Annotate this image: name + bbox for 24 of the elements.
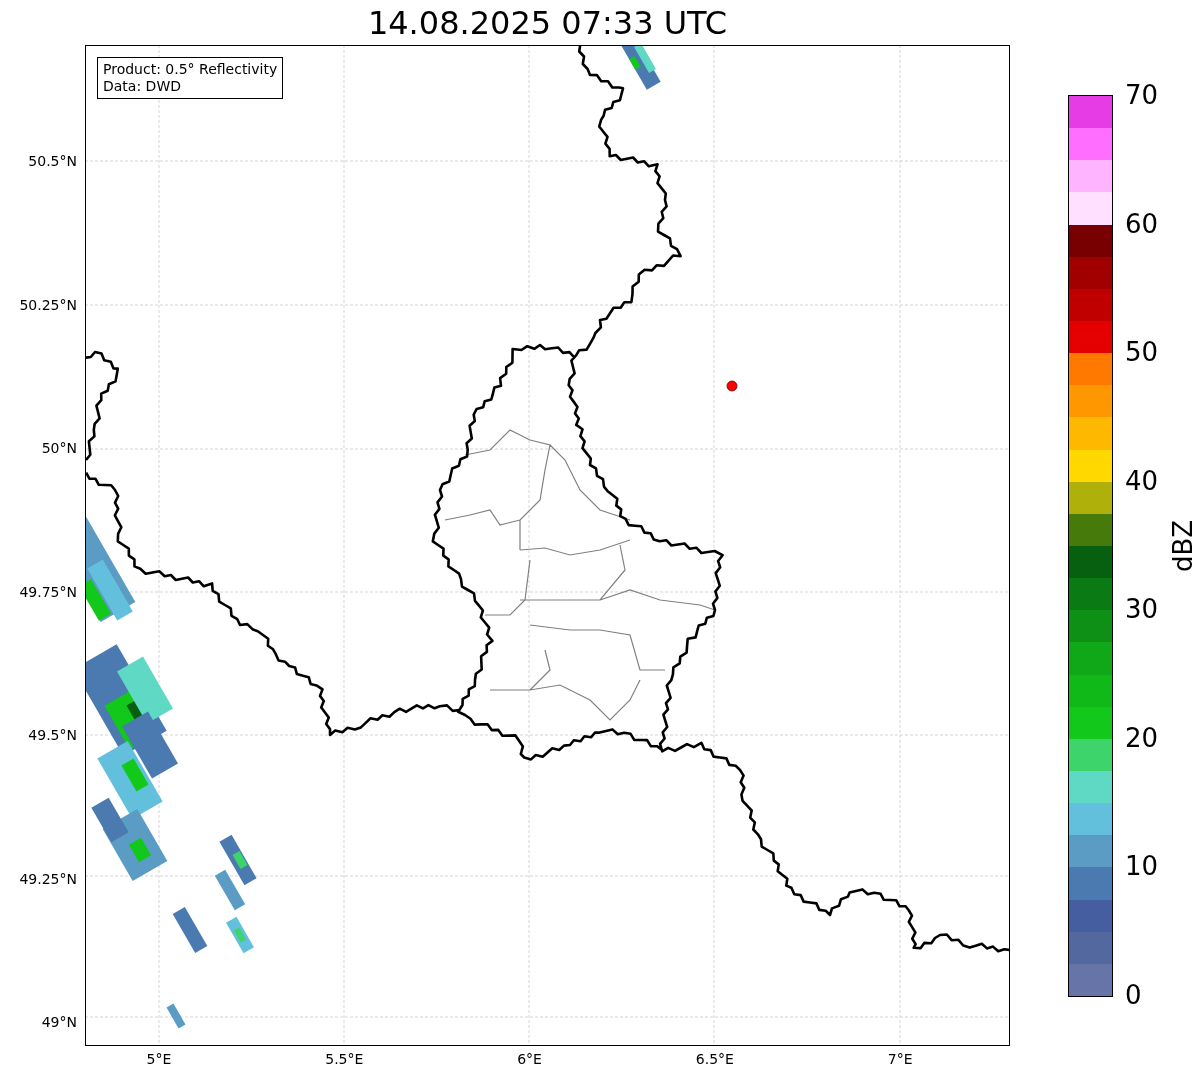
- latitude-tick-label: 49.75°N: [19, 584, 77, 599]
- latitude-tick-label: 50.25°N: [19, 297, 77, 312]
- latitude-tick-label: 49.25°N: [19, 871, 77, 886]
- longitude-tick-label: 7°E: [887, 1052, 913, 1066]
- longitude-tick-label: 5.5°E: [325, 1052, 364, 1066]
- colorbar-tick-label: 30: [1125, 596, 1159, 623]
- colorbar-tick-label: 40: [1125, 467, 1159, 494]
- colorbar-tick-label: 50: [1125, 339, 1159, 366]
- colorbar-tick-label: 10: [1125, 853, 1159, 880]
- colorbar-tick-label: 60: [1125, 210, 1159, 237]
- longitude-tick-label: 6°E: [517, 1052, 542, 1066]
- latitude-tick-label: 49.5°N: [28, 728, 77, 742]
- info-text: Data: DWD: [103, 78, 182, 95]
- latitude-tick-label: 50°N: [41, 441, 77, 455]
- chart-title: 14.08.2025 07:33 UTC: [367, 6, 728, 39]
- info-text: Product: 0.5° Reflectivity: [103, 61, 278, 78]
- latitude-tick-label: 49°N: [41, 1015, 77, 1029]
- colorbar-tick-label: 0: [1125, 982, 1142, 1008]
- colorbar-label: dBZ: [1168, 519, 1198, 573]
- colorbar-tick-label: 70: [1125, 82, 1159, 108]
- latitude-tick-label: 50.5°N: [28, 154, 77, 168]
- longitude-tick-label: 6.5°E: [695, 1052, 734, 1066]
- longitude-tick-label: 5°E: [146, 1052, 172, 1066]
- colorbar-tick-label: 20: [1125, 724, 1159, 751]
